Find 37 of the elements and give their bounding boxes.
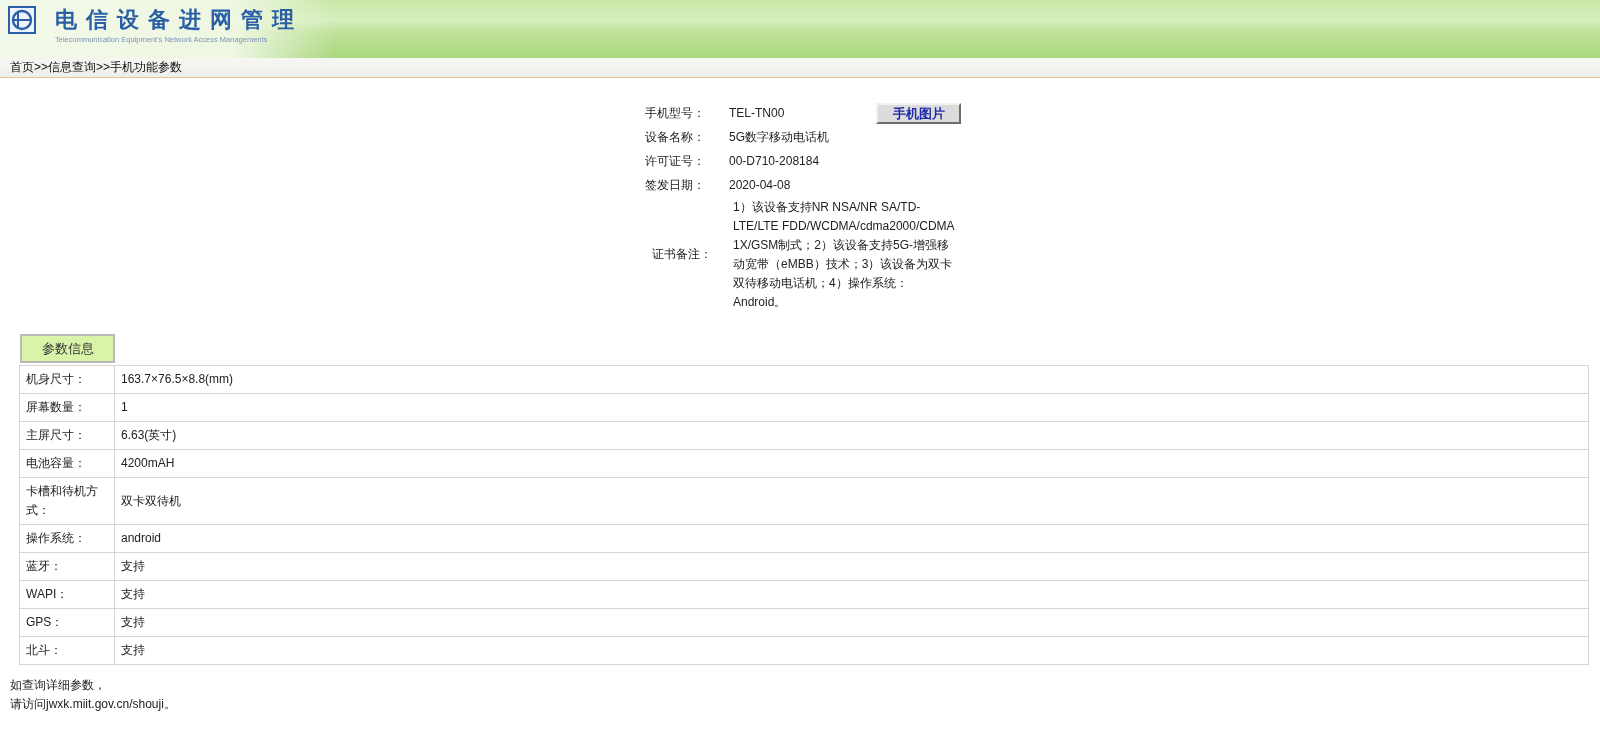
- param-label-cell: 蓝牙：: [19, 552, 115, 581]
- param-value-cell: 支持: [114, 608, 1589, 637]
- phone-photo-button[interactable]: 手机图片: [876, 102, 961, 124]
- param-label-cell: 北斗：: [19, 636, 115, 665]
- param-value-cell: 1: [114, 393, 1589, 422]
- field-label: 许可证号：: [644, 152, 706, 170]
- param-label-cell: 电池容量：: [19, 449, 115, 478]
- param-label-cell: GPS：: [19, 608, 115, 637]
- logo-icon: [8, 6, 36, 34]
- param-label-cell: 主屏尺寸：: [19, 421, 115, 450]
- field-value: TEL-TN00: [729, 106, 786, 120]
- remarks-label: 证书备注：: [651, 246, 713, 263]
- param-value-cell: 支持: [114, 636, 1589, 665]
- param-label-cell: WAPI：: [19, 580, 115, 609]
- param-label-cell: 操作系统：: [19, 524, 115, 553]
- param-value-cell: 支持: [114, 580, 1589, 609]
- param-value-cell: android: [114, 524, 1589, 553]
- footer-note: 请访问jwxk.miit.gov.cn/shouji。: [10, 696, 176, 713]
- param-value-cell: 支持: [114, 552, 1589, 581]
- param-label-cell: 卡槽和待机方式：: [19, 477, 115, 525]
- param-value-cell: 163.7×76.5×8.8(mm): [114, 365, 1589, 394]
- param-value-cell: 4200mAH: [114, 449, 1589, 478]
- param-label-cell: 机身尺寸：: [19, 365, 115, 394]
- field-value: 2020-04-08: [729, 178, 792, 192]
- breadcrumb: 首页>>信息查询>>手机功能参数: [10, 59, 183, 76]
- field-label: 签发日期：: [644, 176, 706, 194]
- field-value: 5G数字移动电话机: [729, 128, 830, 146]
- params-tab-header: 参数信息: [20, 334, 115, 363]
- field-label: 设备名称：: [644, 128, 706, 146]
- param-value-cell: 6.63(英寸): [114, 421, 1589, 450]
- param-value-cell: 双卡双待机: [114, 477, 1589, 525]
- footer-note: 如查询详细参数，: [10, 677, 106, 694]
- field-value: 00-D710-208184: [729, 154, 821, 168]
- param-label-cell: 屏幕数量：: [19, 393, 115, 422]
- site-title: 电信设备进网管理: [55, 7, 303, 33]
- field-label: 手机型号：: [644, 104, 706, 122]
- remarks-text: 1）该设备支持NR NSA/NR SA/TD-LTE/LTE FDD/WCDMA/cdma2000/CDMA 1X/GSM制式；2）该设备支持5G-增强移动宽带（eMBB）技术；3）该设备为双卡双待移动电话机；4）操作系统：Android。: [732, 199, 956, 311]
